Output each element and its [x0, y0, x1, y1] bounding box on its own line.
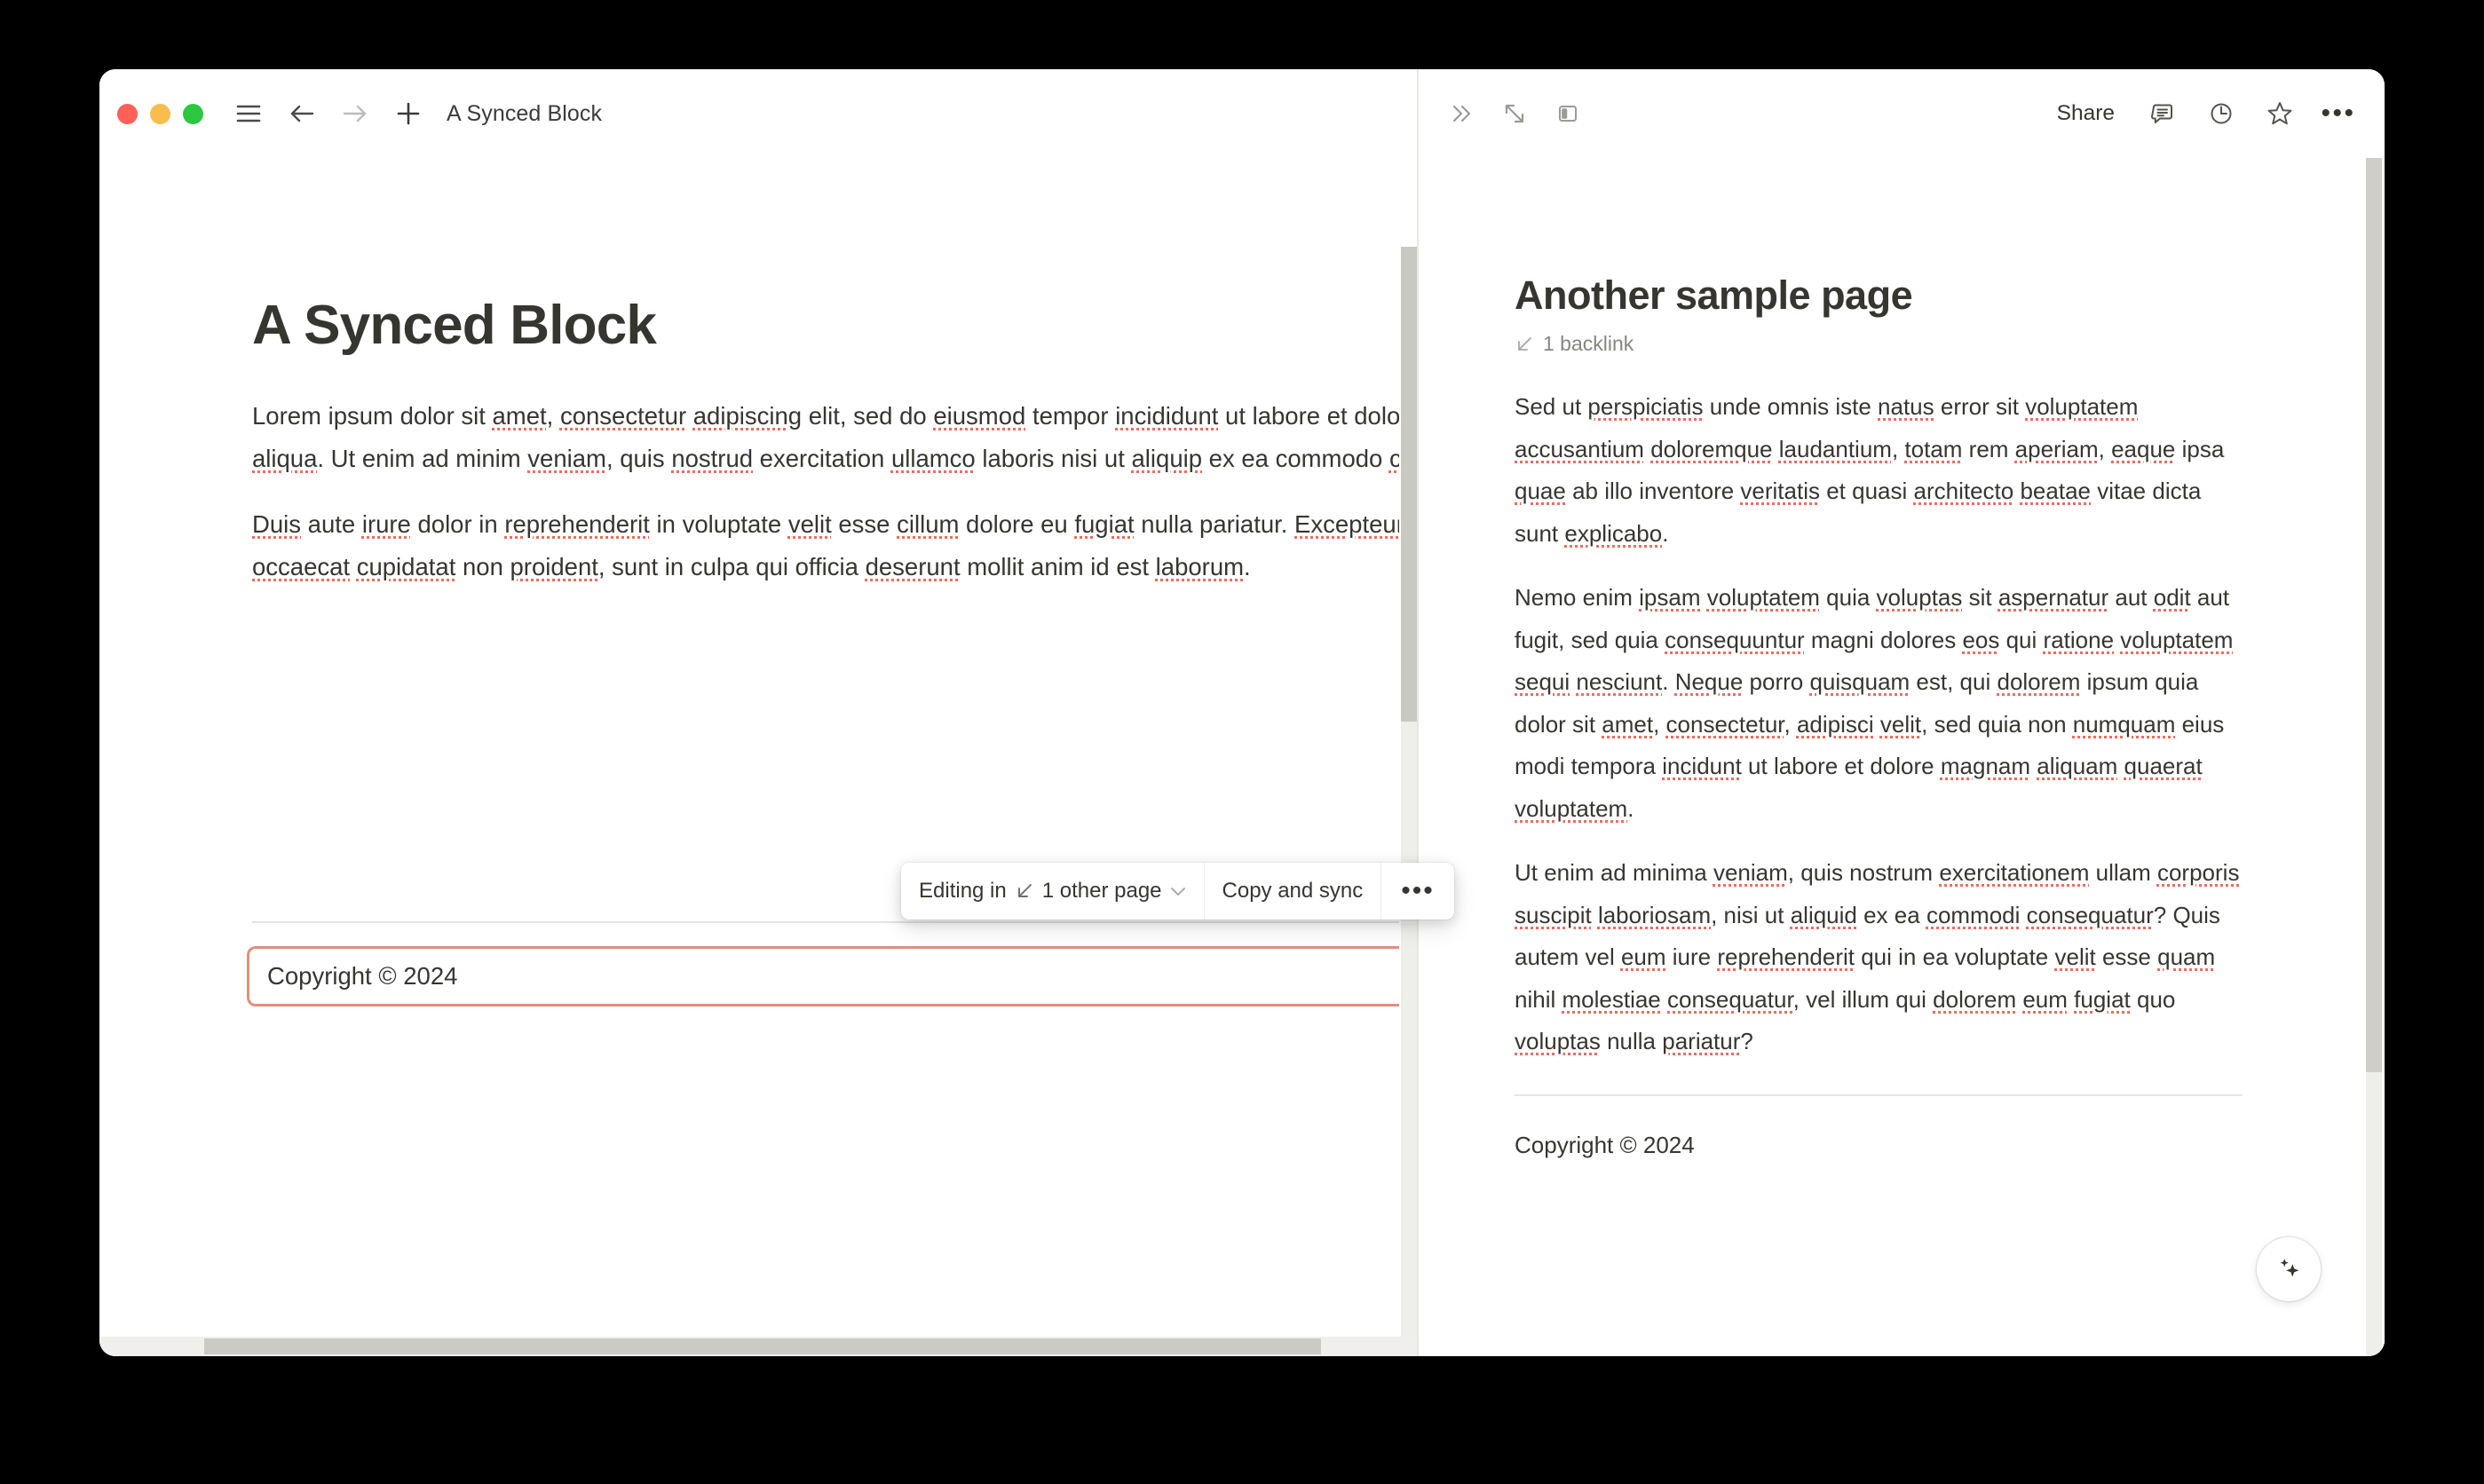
- ai-assistant-button[interactable]: [2257, 1237, 2321, 1301]
- left-panel: A Synced Block A Synced Block Lorem ipsu…: [99, 69, 1509, 1356]
- arrow-down-left-icon: [1015, 881, 1034, 901]
- left-vertical-scrollbar-track[interactable]: [1401, 722, 1417, 1356]
- maximize-window-button[interactable]: [183, 103, 203, 124]
- ellipsis-icon[interactable]: •••: [2321, 96, 2356, 131]
- editing-in-label: Editing in: [919, 879, 1007, 903]
- left-horizontal-scrollbar-thumb[interactable]: [204, 1338, 1321, 1354]
- share-button[interactable]: Share: [2050, 98, 2122, 130]
- page-title: A Synced Block: [252, 295, 657, 356]
- chevron-down-icon: [1170, 886, 1186, 896]
- other-pages-label: 1 other page: [1041, 879, 1162, 903]
- right-paragraph-1[interactable]: Sed ut perspiciatis unde omnis iste natu…: [1515, 386, 2243, 555]
- backlink-label: 1 backlink: [1543, 332, 1634, 356]
- arrow-down-left-icon: [1515, 335, 1534, 354]
- left-horizontal-scrollbar[interactable]: [99, 1337, 1419, 1356]
- synced-block-text: Copyright © 2024: [267, 962, 458, 990]
- synced-block-more-button[interactable]: •••: [1381, 863, 1454, 920]
- panel-divider[interactable]: [1417, 69, 1419, 1356]
- synced-block[interactable]: Copyright © 2024: [247, 946, 1507, 1006]
- left-vertical-scrollbar[interactable]: [1399, 247, 1419, 1356]
- paragraph-2[interactable]: Duis aute irure dolor in reprehenderit i…: [252, 503, 1522, 588]
- right-vertical-scrollbar-track[interactable]: [2366, 1072, 2382, 1356]
- arrow-right-icon[interactable]: [335, 93, 376, 134]
- arrow-left-icon[interactable]: [281, 93, 322, 134]
- right-vertical-scrollbar-thumb[interactable]: [2366, 158, 2382, 1072]
- app-window: A Synced Block A Synced Block Lorem ipsu…: [99, 69, 2385, 1356]
- ellipsis-icon: •••: [1401, 876, 1435, 905]
- left-document: A Synced Block Lorem ipsum dolor sit ame…: [252, 295, 1522, 612]
- sparkle-icon: [2273, 1251, 2305, 1288]
- expand-diagonal-icon[interactable]: [1497, 96, 1532, 131]
- paragraph-1[interactable]: Lorem ipsum dolor sit amet, consectetur …: [252, 395, 1522, 480]
- left-vertical-scrollbar-thumb[interactable]: [1401, 247, 1417, 722]
- right-topbar-left-actions: [1444, 96, 1586, 131]
- right-paragraph-2[interactable]: Nemo enim ipsam voluptatem quia voluptas…: [1515, 577, 2243, 830]
- left-panel-title: A Synced Block: [447, 100, 603, 126]
- copyright-text[interactable]: Copyright © 2024: [1515, 1132, 2243, 1159]
- right-topbar-right-actions: Share •••: [2050, 96, 2356, 131]
- right-panel-content: Another sample page 1 backlink Sed ut pe…: [1419, 158, 2365, 1356]
- content-divider: [252, 921, 1504, 923]
- hamburger-menu-icon[interactable]: [228, 93, 269, 134]
- comment-icon[interactable]: [2145, 96, 2180, 131]
- ellipsis-glyph: •••: [2321, 99, 2356, 129]
- content-divider: [1515, 1093, 2243, 1096]
- chevron-double-right-icon[interactable]: [1444, 96, 1479, 131]
- right-document: Another sample page 1 backlink Sed ut pe…: [1515, 272, 2243, 1159]
- close-window-button[interactable]: [117, 103, 138, 124]
- copy-and-sync-label: Copy and sync: [1222, 879, 1364, 903]
- backlink-row[interactable]: 1 backlink: [1515, 332, 2243, 356]
- clock-history-icon[interactable]: [2203, 96, 2239, 131]
- synced-block-toolbar: Editing in 1 other page Copy and sync ••…: [901, 863, 1454, 920]
- editing-in-button[interactable]: Editing in 1 other page: [901, 863, 1205, 920]
- right-vertical-scrollbar[interactable]: [2365, 158, 2385, 1356]
- right-paragraph-3[interactable]: Ut enim ad minima veniam, quis nostrum e…: [1515, 852, 2243, 1063]
- star-icon[interactable]: [2262, 96, 2298, 131]
- plus-icon[interactable]: [388, 93, 429, 134]
- left-panel-titlebar: A Synced Block: [99, 69, 1419, 158]
- right-panel: Share ••• Another sample page 1 backlink…: [1419, 69, 2385, 1356]
- side-peek-icon[interactable]: [1550, 96, 1586, 131]
- traffic-lights: [117, 103, 203, 124]
- right-panel-topbar: Share •••: [1419, 69, 2385, 158]
- left-panel-content: A Synced Block Lorem ipsum dolor sit ame…: [99, 158, 1509, 1356]
- page-title: Another sample page: [1515, 272, 1913, 318]
- minimize-window-button[interactable]: [150, 103, 170, 124]
- copy-and-sync-button[interactable]: Copy and sync: [1205, 863, 1382, 920]
